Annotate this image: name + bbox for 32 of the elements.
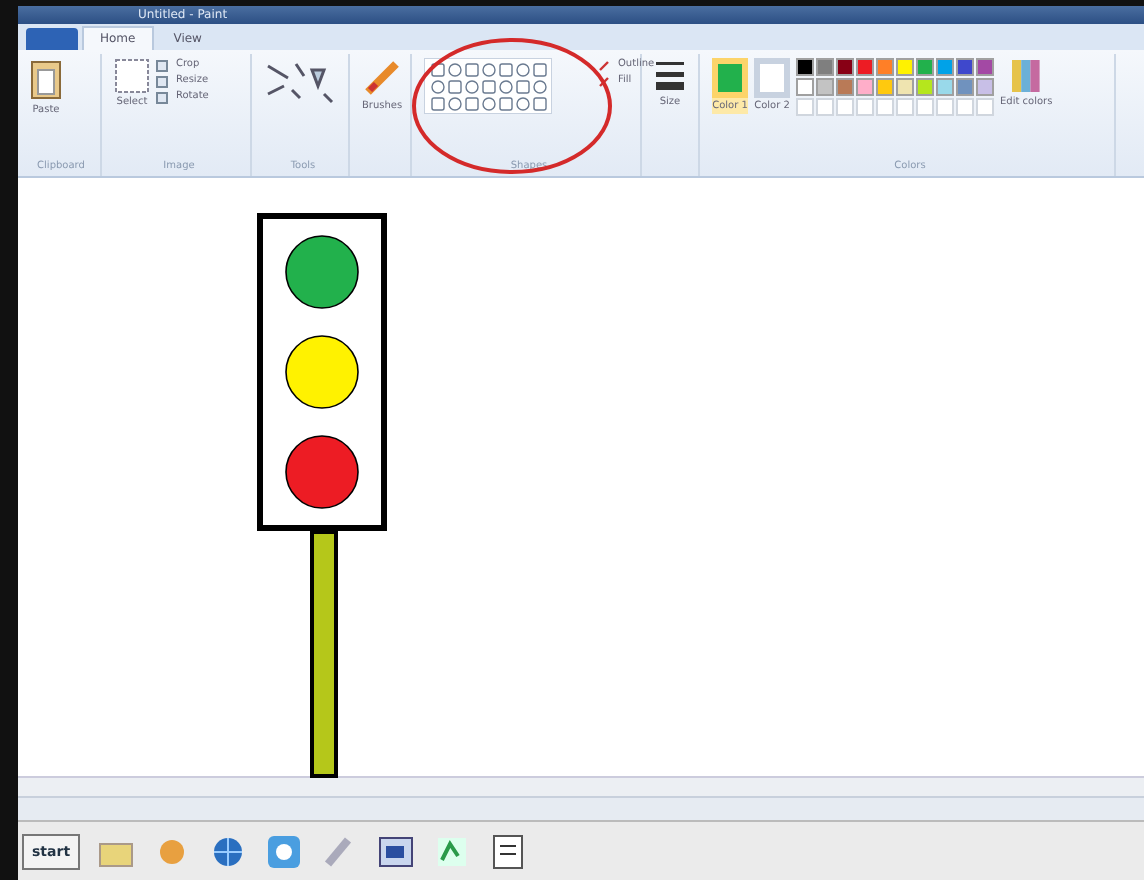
palette-swatch[interactable]	[976, 58, 994, 76]
palette-swatch[interactable]	[896, 58, 914, 76]
select-icon[interactable]	[114, 58, 150, 94]
clipboard-icon[interactable]	[28, 58, 64, 102]
palette-swatch[interactable]	[916, 58, 934, 76]
palette-swatch[interactable]	[916, 78, 934, 96]
brush-icon[interactable]	[362, 58, 403, 98]
palette-swatch[interactable]	[976, 78, 994, 96]
palette-swatch[interactable]	[856, 78, 874, 96]
palette-swatch[interactable]	[836, 58, 854, 76]
taskbar-window-icon[interactable]	[376, 831, 417, 871]
horizontal-scrollbar[interactable]	[18, 776, 1144, 796]
color-gradient-icon[interactable]	[1010, 58, 1043, 94]
palette-swatch[interactable]	[796, 78, 814, 96]
taskbar-document-icon[interactable]	[488, 831, 529, 871]
palette-swatch[interactable]	[836, 78, 854, 96]
palette-swatch[interactable]	[816, 78, 834, 96]
palette-swatch[interactable]	[876, 78, 894, 96]
line-size-icon[interactable]	[654, 58, 686, 94]
shapes-gallery[interactable]	[424, 58, 552, 114]
palette-swatch[interactable]	[816, 58, 834, 76]
palette-swatch[interactable]	[856, 58, 874, 76]
palette-swatch[interactable]	[956, 58, 974, 76]
palette-swatch[interactable]	[936, 58, 954, 76]
palette-swatch[interactable]	[936, 78, 954, 96]
color-2-swatch[interactable]	[754, 58, 790, 98]
color-1-swatch[interactable]	[712, 58, 748, 98]
taskbar-browser-icon[interactable]	[264, 831, 305, 871]
palette-swatch[interactable]	[896, 78, 914, 96]
palette-swatch[interactable]	[956, 78, 974, 96]
palette-swatch[interactable]	[796, 58, 814, 76]
palette-swatch[interactable]	[876, 58, 894, 76]
